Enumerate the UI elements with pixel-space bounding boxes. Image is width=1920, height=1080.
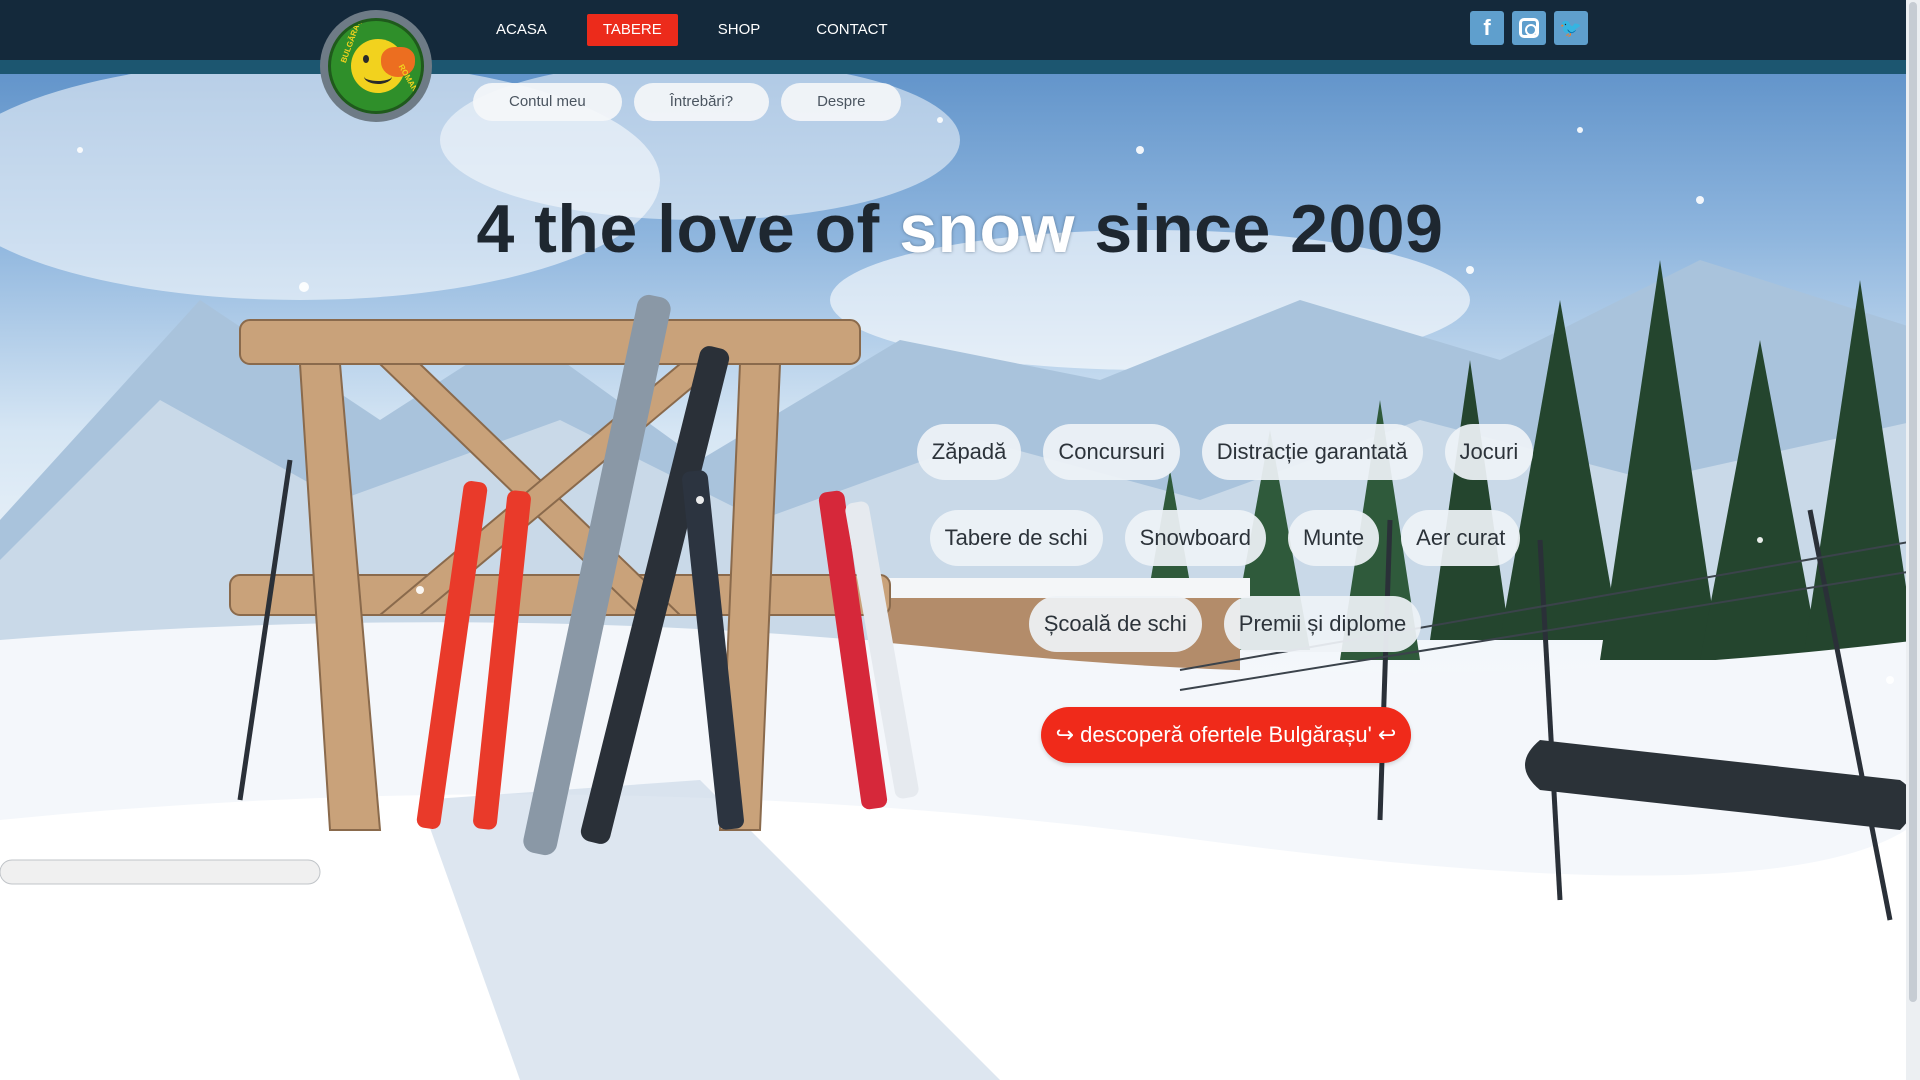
social-links: f 🐦: [1470, 11, 1588, 45]
nav-tabere[interactable]: TABERE: [586, 14, 678, 46]
instagram-icon[interactable]: [1512, 11, 1546, 45]
top-navigation-bar: [0, 0, 1920, 60]
nav-acasa[interactable]: ACASA: [480, 14, 563, 46]
discover-offers-button[interactable]: ↪ descoperă ofertele Bulgărașu' ↩: [1041, 707, 1411, 763]
main-nav: ACASA TABERE SHOP CONTACT: [480, 14, 928, 46]
tag-jocuri[interactable]: Jocuri: [1444, 424, 1534, 480]
nav-shop[interactable]: SHOP: [702, 14, 777, 46]
tag-zapada[interactable]: Zăpadă: [916, 424, 1022, 480]
instagram-glyph: [1519, 18, 1539, 38]
sub-navigation: Contul meu Întrebări? Despre: [473, 83, 902, 121]
tag-row-1: Zăpadă Concursuri Distracție garantată J…: [900, 424, 1550, 480]
headline-part-2: since 2009: [1074, 191, 1444, 267]
twitter-icon[interactable]: 🐦: [1554, 11, 1588, 45]
headline-accent: snow: [899, 191, 1075, 267]
tag-distractie-garantata[interactable]: Distracție garantată: [1201, 424, 1423, 480]
scrollbar-thumb[interactable]: [1909, 2, 1917, 1002]
feature-tags: Zăpadă Concursuri Distracție garantată J…: [900, 424, 1550, 682]
tag-row-2: Tabere de schi Snowboard Munte Aer curat: [900, 510, 1550, 566]
tag-tabere-de-schi[interactable]: Tabere de schi: [929, 510, 1103, 566]
page-scrollbar[interactable]: [1906, 0, 1920, 1080]
tag-premii-si-diplome[interactable]: Premii și diplome: [1223, 596, 1422, 652]
logo-emblem: BULGĂRAȘU ROMANIA: [328, 18, 424, 114]
hero-headline: 4 the love of snow since 2009: [0, 190, 1920, 268]
site-logo[interactable]: BULGĂRAȘU ROMANIA: [320, 10, 432, 122]
tag-scoala-de-schi[interactable]: Școală de schi: [1028, 596, 1202, 652]
subnav-contul-meu[interactable]: Contul meu: [473, 83, 622, 121]
subnav-despre[interactable]: Despre: [781, 83, 902, 121]
tag-aer-curat[interactable]: Aer curat: [1401, 510, 1521, 566]
tag-snowboard[interactable]: Snowboard: [1124, 510, 1266, 566]
headline-part-1: 4 the love of: [476, 191, 900, 267]
tag-row-3: Școală de schi Premii și diplome: [900, 596, 1550, 652]
tag-concursuri[interactable]: Concursuri: [1043, 424, 1180, 480]
facebook-icon[interactable]: f: [1470, 11, 1504, 45]
subnav-intrebari[interactable]: Întrebări?: [633, 83, 770, 121]
tag-munte[interactable]: Munte: [1287, 510, 1380, 566]
nav-contact[interactable]: CONTACT: [800, 14, 903, 46]
top-bar-stripe: [0, 60, 1920, 74]
